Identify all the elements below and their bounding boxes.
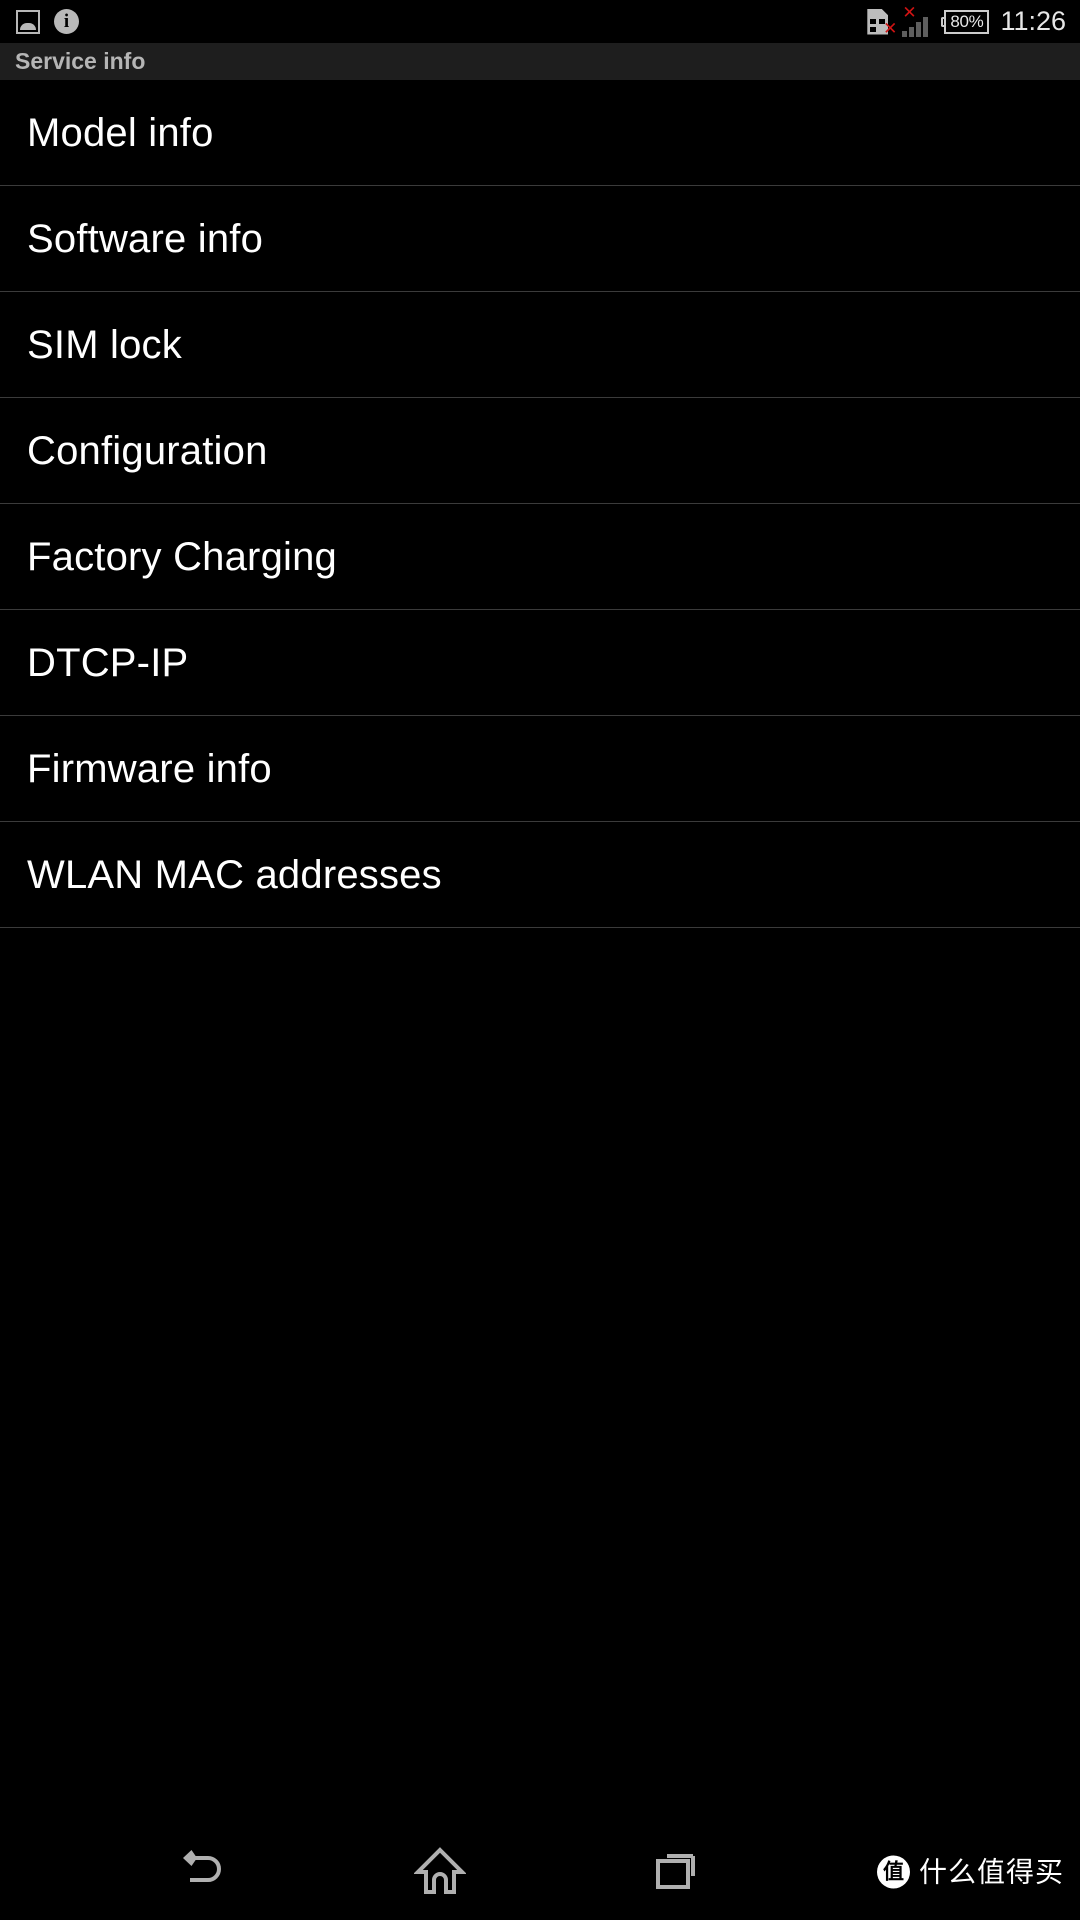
list-item-label: SIM lock bbox=[27, 322, 182, 367]
list-item-firmware-info[interactable]: Firmware info bbox=[0, 716, 1080, 822]
battery-shell: 80% bbox=[944, 9, 990, 34]
signal-bar bbox=[909, 26, 915, 37]
back-icon bbox=[183, 1850, 221, 1882]
signal-bar bbox=[902, 30, 908, 37]
navigation-bar: 值 什么值得买 bbox=[0, 1824, 1080, 1920]
home-icon bbox=[414, 1847, 466, 1894]
battery-icon: 80% bbox=[941, 9, 990, 35]
battery-level-label: 80% bbox=[950, 12, 984, 31]
status-bar-system-icons: ✕ ✕ 80% 11:26 bbox=[867, 0, 1066, 43]
list-item-label: Firmware info bbox=[27, 746, 272, 791]
sim-card-error-icon: ✕ bbox=[867, 7, 897, 37]
home-button[interactable] bbox=[365, 1824, 515, 1920]
list-item-label: DTCP-IP bbox=[27, 640, 189, 685]
status-bar-clock: 11:26 bbox=[1000, 6, 1066, 36]
watermark-logo-icon: 值 bbox=[876, 1855, 910, 1889]
list-empty-area bbox=[0, 928, 1080, 1824]
list-item-label: WLAN MAC addresses bbox=[27, 852, 442, 897]
list-item-configuration[interactable]: Configuration bbox=[0, 398, 1080, 504]
list-item-sim-lock[interactable]: SIM lock bbox=[0, 292, 1080, 398]
list-item-model-info[interactable]: Model info bbox=[0, 80, 1080, 186]
list-item-software-info[interactable]: Software info bbox=[0, 186, 1080, 292]
phone-screen: i ✕ ✕ 80% 11:26 Service info Model info … bbox=[0, 0, 1080, 1920]
service-info-list[interactable]: Model info Software info SIM lock Config… bbox=[0, 80, 1080, 1824]
recents-button[interactable] bbox=[603, 1824, 753, 1920]
signal-error-mark: ✕ bbox=[902, 2, 917, 23]
list-item-dtcp-ip[interactable]: DTCP-IP bbox=[0, 610, 1080, 716]
signal-error-icon: ✕ bbox=[902, 2, 932, 37]
sim-error-mark: ✕ bbox=[883, 18, 898, 39]
page-title: Service info bbox=[15, 48, 146, 74]
signal-bar bbox=[916, 21, 922, 37]
title-bar: Service info bbox=[0, 43, 1080, 80]
list-item-factory-charging[interactable]: Factory Charging bbox=[0, 504, 1080, 610]
status-bar: i ✕ ✕ 80% 11:26 bbox=[0, 0, 1080, 43]
list-item-label: Configuration bbox=[27, 428, 268, 473]
status-bar-notifications: i bbox=[0, 9, 79, 34]
watermark: 值 什么值得买 bbox=[876, 1855, 1064, 1889]
screenshot-icon bbox=[16, 9, 40, 34]
back-button[interactable] bbox=[130, 1824, 280, 1920]
list-item-label: Software info bbox=[27, 216, 264, 261]
info-icon: i bbox=[54, 9, 79, 34]
watermark-text: 什么值得买 bbox=[918, 1855, 1064, 1888]
recents-icon bbox=[656, 1854, 695, 1889]
list-item-wlan-mac-addresses[interactable]: WLAN MAC addresses bbox=[0, 822, 1080, 928]
signal-bar bbox=[923, 16, 929, 37]
list-item-label: Factory Charging bbox=[27, 534, 337, 579]
sim-chip-notch bbox=[870, 18, 877, 24]
list-item-label: Model info bbox=[27, 110, 214, 155]
sim-chip-notch bbox=[870, 26, 877, 32]
